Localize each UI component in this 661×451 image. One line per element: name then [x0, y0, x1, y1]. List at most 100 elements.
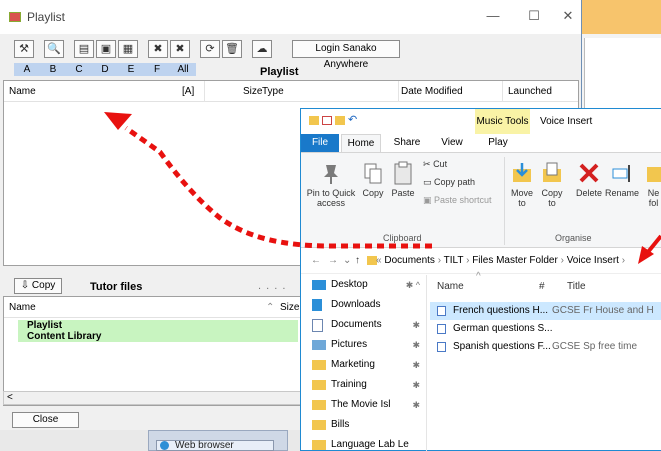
- horizontal-scrollbar[interactable]: <: [3, 391, 303, 405]
- explorer-titlebar[interactable]: ↶ Music Tools Voice Insert: [301, 109, 661, 134]
- web-browser-button[interactable]: Web browser: [156, 440, 274, 451]
- nav-item-downloads[interactable]: Downloads: [312, 295, 422, 315]
- folder-icon[interactable]: [309, 116, 319, 125]
- alpha-tab-d[interactable]: D: [92, 63, 118, 76]
- maximize-button[interactable]: ☐: [524, 8, 544, 24]
- remove-all-icon[interactable]: ✖: [170, 40, 190, 58]
- trash-icon[interactable]: 🗑: [222, 40, 242, 58]
- move-to-button[interactable]: Move to: [508, 161, 536, 208]
- splitter-handle[interactable]: . . . .: [258, 280, 286, 292]
- copy-ribbon-button[interactable]: Copy: [360, 161, 386, 198]
- nav-item-training[interactable]: Training ✱: [312, 375, 422, 395]
- col-name[interactable]: Name: [9, 86, 36, 97]
- music-tools-tab[interactable]: Music Tools: [475, 109, 530, 134]
- close-button[interactable]: Close: [12, 412, 79, 428]
- copy-path-button[interactable]: ▭ Copy path: [423, 177, 475, 187]
- file-row[interactable]: Spanish questions F... GCSE Sp free time: [430, 338, 661, 356]
- tab-share[interactable]: Share: [389, 134, 425, 152]
- nav-label: Training: [331, 379, 367, 390]
- paste-button[interactable]: Paste: [389, 161, 417, 198]
- pin-icon: ✱ ^: [405, 280, 420, 290]
- col-number[interactable]: #: [539, 281, 545, 292]
- minimize-button[interactable]: —: [483, 8, 503, 23]
- alpha-tab-e[interactable]: E: [118, 63, 144, 76]
- tools-icon[interactable]: ⚒: [14, 40, 34, 58]
- tab-home[interactable]: Home: [341, 134, 381, 152]
- paste-shortcut-button[interactable]: ▣ Paste shortcut: [423, 195, 492, 205]
- file-list-header: Name ^ # Title: [427, 271, 661, 297]
- move-to-icon: [513, 163, 531, 182]
- alpha-tab-f[interactable]: F: [144, 63, 170, 76]
- tab-file[interactable]: File: [301, 134, 339, 152]
- up-icon[interactable]: ↑: [355, 255, 360, 266]
- preview-icon[interactable]: 🔍: [44, 40, 64, 58]
- col-bracket[interactable]: [A]: [182, 86, 194, 97]
- col-size[interactable]: Size: [243, 86, 262, 97]
- breadcrumb-item[interactable]: Documents: [384, 255, 435, 266]
- tutor-file-row[interactable]: Content Library: [18, 331, 298, 342]
- new-folder-icon: [647, 167, 661, 182]
- add-file-icon[interactable]: ▣: [96, 40, 116, 58]
- nav-item-movie[interactable]: The Movie Isl ✱: [312, 395, 422, 415]
- tab-view[interactable]: View: [435, 134, 469, 152]
- nav-item-marketing[interactable]: Marketing ✱: [312, 355, 422, 375]
- tutor-file-row[interactable]: Playlist: [18, 320, 298, 331]
- forward-icon[interactable]: →: [328, 255, 338, 266]
- file-row[interactable]: French questions H... GCSE Fr House and H: [430, 302, 661, 320]
- col-title[interactable]: Title: [567, 281, 586, 292]
- navigation-pane[interactable]: Desktop ✱ ^ Downloads Documents ✱ Pictures…: [301, 275, 427, 451]
- col-name[interactable]: Name: [437, 281, 464, 292]
- pin-icon: ✱: [412, 340, 420, 350]
- copy-to-button[interactable]: Copy to: [538, 161, 566, 208]
- sort-up-icon: ⌃: [266, 302, 275, 313]
- remove-icon[interactable]: ✖: [148, 40, 168, 58]
- undo-icon[interactable]: ↶: [348, 115, 357, 126]
- alpha-tab-all[interactable]: All: [170, 63, 196, 76]
- nav-item-bills[interactable]: Bills: [312, 415, 422, 435]
- tab-play[interactable]: Play: [481, 134, 515, 152]
- files-col-name[interactable]: Name: [9, 302, 36, 313]
- col-date[interactable]: Date Modified: [401, 86, 463, 97]
- desktop-icon: [312, 280, 326, 290]
- login-sanako-button[interactable]: Login Sanako Anywhere: [292, 40, 400, 70]
- scroll-left-icon[interactable]: <: [7, 392, 13, 403]
- breadcrumb[interactable]: « Documents › TILT › Files Master Folder…: [376, 255, 625, 266]
- col-type[interactable]: Type: [262, 86, 284, 97]
- copy-button[interactable]: ⇩ Copy: [14, 278, 62, 294]
- new-folder-button[interactable]: Ne fol: [645, 161, 661, 208]
- nav-item-language-lab[interactable]: Language Lab Le: [312, 435, 422, 451]
- delete-button[interactable]: Delete: [574, 161, 604, 198]
- cut-button[interactable]: ✂ Cut: [423, 159, 447, 169]
- back-icon[interactable]: ←: [311, 255, 321, 266]
- alpha-tab-c[interactable]: C: [66, 63, 92, 76]
- alpha-tab-b[interactable]: B: [40, 63, 66, 76]
- pin-quick-access-button[interactable]: Pin to Quick access: [305, 161, 357, 208]
- nav-item-pictures[interactable]: Pictures ✱: [312, 335, 422, 355]
- breadcrumb-item[interactable]: TILT: [444, 255, 464, 266]
- new-folder-icon[interactable]: [335, 116, 345, 125]
- folder-icon: [312, 360, 326, 370]
- close-window-button[interactable]: ✕: [558, 8, 578, 24]
- tutor-files-label: Tutor files: [90, 281, 143, 293]
- col-launched[interactable]: Launched: [508, 86, 552, 97]
- file-list[interactable]: Name ^ # Title French questions H... GCSE…: [427, 271, 661, 451]
- cloud-icon[interactable]: ☁: [252, 40, 272, 58]
- alpha-tab-a[interactable]: A: [14, 63, 40, 76]
- rename-button[interactable]: Rename: [605, 161, 639, 198]
- nav-item-documents[interactable]: Documents ✱: [312, 315, 422, 335]
- breadcrumb-item[interactable]: Files Master Folder: [472, 255, 558, 266]
- refresh-icon[interactable]: ⟳: [200, 40, 220, 58]
- file-row[interactable]: German questions S...: [430, 320, 661, 338]
- properties-icon[interactable]: [322, 116, 332, 125]
- add-folder-icon[interactable]: ▦: [118, 40, 138, 58]
- recent-chevron-icon[interactable]: ⌄: [343, 255, 351, 266]
- tutor-files-list[interactable]: Name ⌃ Size Playlist Content Library: [3, 296, 303, 406]
- playlist-titlebar[interactable]: Playlist — ☐ ✕: [0, 0, 581, 34]
- cut-label: Cut: [433, 159, 448, 169]
- breadcrumb-item[interactable]: Voice Insert: [567, 255, 619, 266]
- document-icon[interactable]: ▤: [74, 40, 94, 58]
- copy-to-icon: [543, 162, 561, 182]
- nav-item-desktop[interactable]: Desktop ✱ ^: [312, 275, 422, 295]
- overflow-icon[interactable]: «: [376, 255, 382, 266]
- files-col-size[interactable]: Size: [280, 302, 299, 313]
